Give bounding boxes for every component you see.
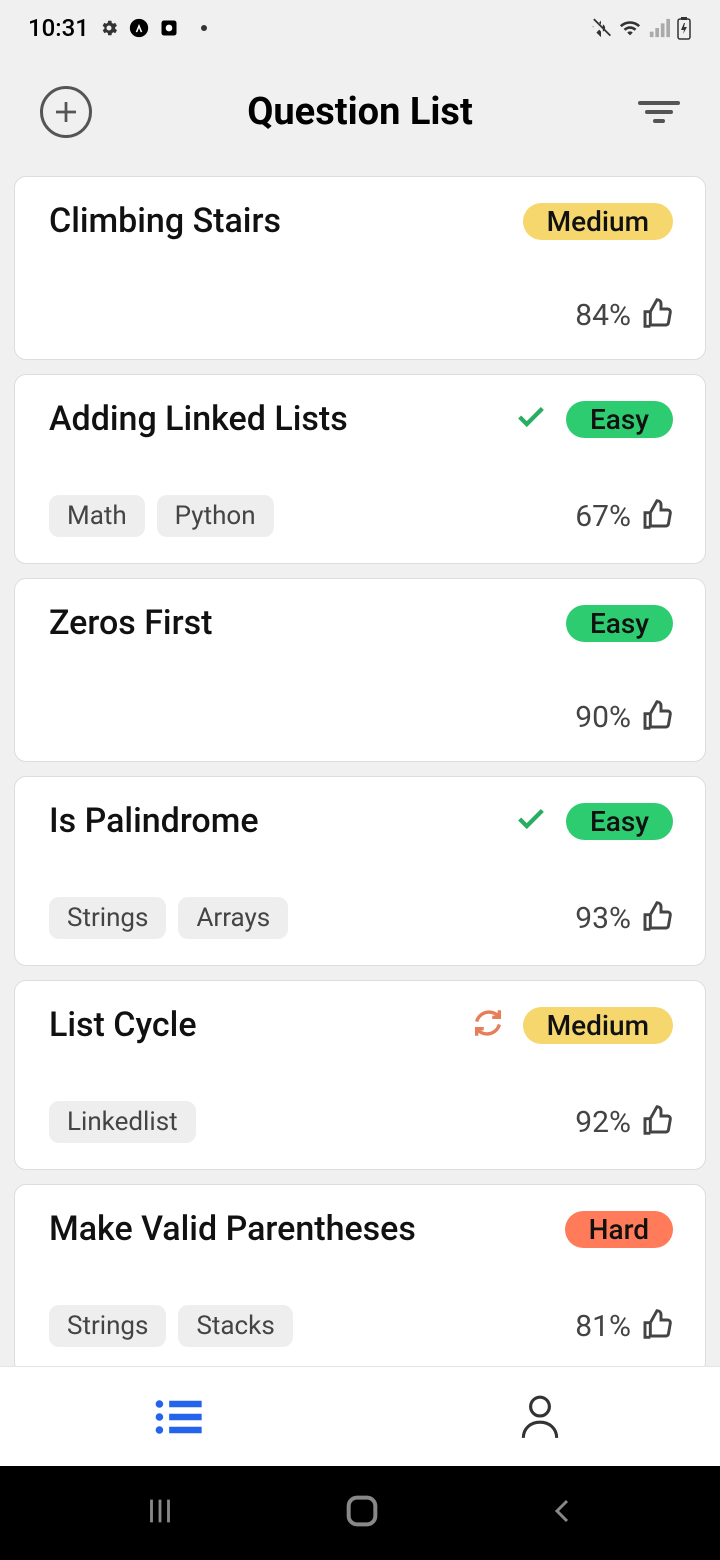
card-top: Adding Linked Lists Easy bbox=[49, 399, 673, 439]
difficulty-badge: Easy bbox=[566, 605, 673, 642]
card-top: Zeros First Easy bbox=[49, 603, 673, 643]
difficulty-badge: Medium bbox=[523, 203, 673, 240]
card-right: Medium bbox=[471, 1006, 673, 1044]
retry-icon bbox=[471, 1006, 505, 1044]
like-percent: 93% bbox=[575, 901, 631, 936]
thumbs-up-icon bbox=[641, 1308, 673, 1344]
card-right: Easy bbox=[514, 400, 673, 438]
question-title: List Cycle bbox=[49, 1005, 197, 1045]
difficulty-badge: Hard bbox=[565, 1211, 673, 1248]
tag-list: Linkedlist bbox=[49, 1101, 196, 1143]
like-percent: 92% bbox=[575, 1105, 631, 1140]
question-card[interactable]: Climbing Stairs Medium 84% bbox=[14, 176, 706, 360]
filter-button[interactable] bbox=[638, 101, 680, 123]
like-stats: 84% bbox=[575, 297, 673, 333]
card-right: Hard bbox=[565, 1211, 673, 1248]
page-title: Question List bbox=[247, 90, 473, 134]
question-card[interactable]: Make Valid Parentheses Hard Strings Stacks 8… bbox=[14, 1184, 706, 1374]
status-right bbox=[590, 16, 692, 40]
nav-list[interactable] bbox=[0, 1367, 360, 1466]
tag: Arrays bbox=[178, 897, 288, 939]
tag: Python bbox=[157, 495, 274, 537]
bottom-nav bbox=[0, 1366, 720, 1466]
back-button[interactable] bbox=[547, 1493, 577, 1533]
like-stats: 81% bbox=[575, 1308, 673, 1344]
like-stats: 90% bbox=[575, 699, 673, 735]
filter-icon bbox=[638, 101, 680, 105]
like-percent: 84% bbox=[575, 298, 631, 333]
like-stats: 93% bbox=[575, 900, 673, 936]
card-right: Medium bbox=[523, 203, 673, 240]
home-button[interactable] bbox=[342, 1491, 382, 1535]
check-icon bbox=[514, 400, 548, 438]
list-icon bbox=[154, 1397, 206, 1437]
tag: Strings bbox=[49, 897, 166, 939]
plus-icon bbox=[51, 97, 81, 127]
question-title: Zeros First bbox=[49, 603, 212, 643]
notification-dot bbox=[201, 25, 207, 31]
question-title: Climbing Stairs bbox=[49, 201, 281, 241]
signal-icon bbox=[648, 17, 670, 39]
tag: Math bbox=[49, 495, 145, 537]
thumbs-up-icon bbox=[641, 297, 673, 333]
question-card[interactable]: Zeros First Easy 90% bbox=[14, 578, 706, 762]
card-top: List Cycle Medium bbox=[49, 1005, 673, 1045]
question-title: Adding Linked Lists bbox=[49, 399, 348, 439]
add-button[interactable] bbox=[40, 86, 92, 138]
question-title: Is Palindrome bbox=[49, 801, 259, 841]
app-header: Question List bbox=[0, 56, 720, 168]
status-left: 10:31 bbox=[28, 14, 207, 42]
thumbs-up-icon bbox=[641, 699, 673, 735]
card-bottom: Linkedlist 92% bbox=[49, 1101, 673, 1143]
battery-icon bbox=[676, 16, 692, 40]
clock: 10:31 bbox=[28, 14, 89, 42]
difficulty-badge: Medium bbox=[523, 1007, 673, 1044]
tag-list: Math Python bbox=[49, 495, 274, 537]
thumbs-up-icon bbox=[641, 1104, 673, 1140]
tag: Strings bbox=[49, 1305, 166, 1347]
tag: Linkedlist bbox=[49, 1101, 196, 1143]
like-percent: 90% bbox=[575, 700, 631, 735]
card-bottom: Strings Arrays 93% bbox=[49, 897, 673, 939]
tag-list: Strings Stacks bbox=[49, 1305, 293, 1347]
card-top: Climbing Stairs Medium bbox=[49, 201, 673, 241]
card-top: Make Valid Parentheses Hard bbox=[49, 1209, 673, 1249]
question-list: Climbing Stairs Medium 84% Adding Linked Li… bbox=[0, 168, 720, 1374]
question-title: Make Valid Parentheses bbox=[49, 1209, 416, 1249]
thumbs-up-icon bbox=[641, 498, 673, 534]
status-bar: 10:31 bbox=[0, 0, 720, 56]
recents-button[interactable] bbox=[143, 1494, 177, 1532]
like-stats: 92% bbox=[575, 1104, 673, 1140]
app-icon-square bbox=[159, 18, 179, 38]
difficulty-badge: Easy bbox=[566, 803, 673, 840]
app-icon-circle bbox=[129, 18, 149, 38]
like-percent: 81% bbox=[575, 1309, 631, 1344]
card-bottom: Math Python 67% bbox=[49, 495, 673, 537]
difficulty-badge: Easy bbox=[566, 401, 673, 438]
card-bottom: 84% bbox=[49, 297, 673, 333]
tag: Stacks bbox=[178, 1305, 292, 1347]
mute-icon bbox=[590, 17, 612, 39]
like-stats: 67% bbox=[575, 498, 673, 534]
question-card[interactable]: Adding Linked Lists Easy Math Python 67% bbox=[14, 374, 706, 564]
card-right: Easy bbox=[514, 802, 673, 840]
card-right: Easy bbox=[566, 605, 673, 642]
nav-profile[interactable] bbox=[360, 1367, 720, 1466]
gear-icon bbox=[99, 18, 119, 38]
card-bottom: Strings Stacks 81% bbox=[49, 1305, 673, 1347]
wifi-icon bbox=[618, 17, 642, 39]
tag-list: Strings Arrays bbox=[49, 897, 288, 939]
thumbs-up-icon bbox=[641, 900, 673, 936]
question-card[interactable]: Is Palindrome Easy Strings Arrays 93% bbox=[14, 776, 706, 966]
question-card[interactable]: List Cycle Medium Linkedlist 92% bbox=[14, 980, 706, 1170]
card-top: Is Palindrome Easy bbox=[49, 801, 673, 841]
check-icon bbox=[514, 802, 548, 840]
profile-icon bbox=[515, 1392, 565, 1442]
card-bottom: 90% bbox=[49, 699, 673, 735]
system-nav bbox=[0, 1466, 720, 1560]
like-percent: 67% bbox=[575, 499, 631, 534]
